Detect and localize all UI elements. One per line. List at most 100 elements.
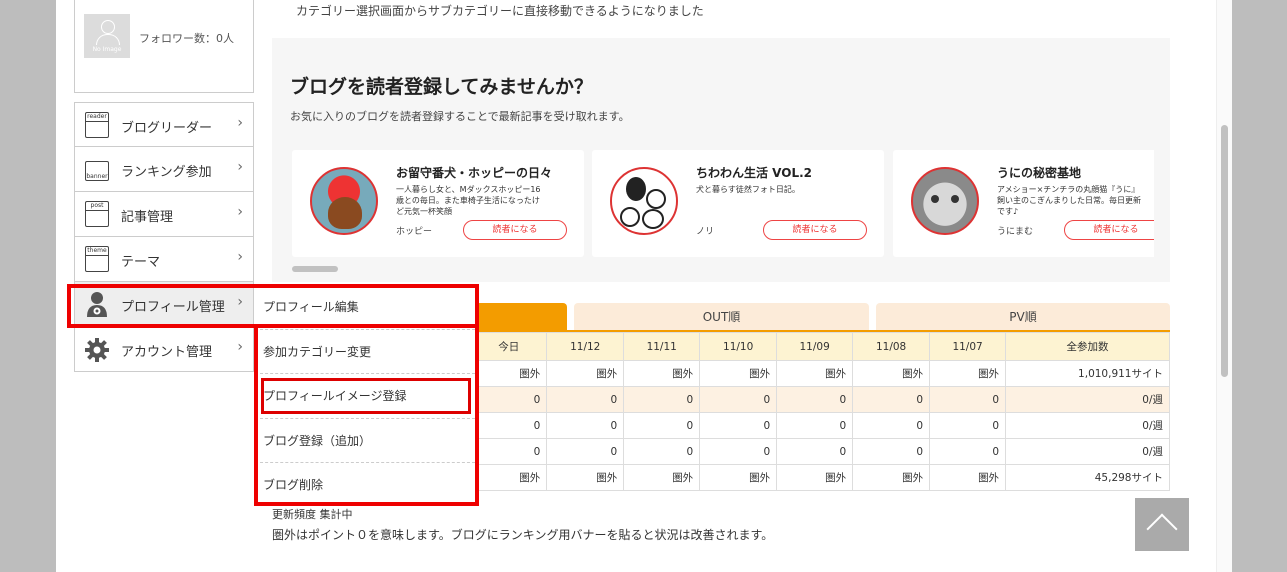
table-cell: 圏外 <box>852 360 931 387</box>
table-cell: 0 <box>929 412 1007 439</box>
table-cell: 圏外 <box>623 464 701 491</box>
table-cell: 0/週 <box>1005 438 1170 465</box>
chevron-right-icon: › <box>237 249 243 265</box>
blog-title[interactable]: お留守番犬・ホッピーの日々 <box>396 164 552 181</box>
table-cell: 圏外 <box>776 360 854 387</box>
sidebar-item-account-management[interactable]: アカウント管理 › <box>74 327 254 372</box>
vertical-scrollbar[interactable] <box>1216 0 1232 572</box>
profile-box: No Image フォロワー数：0人 <box>74 0 254 93</box>
post-icon: post <box>85 201 109 227</box>
table-cell: 圏外 <box>623 360 701 387</box>
table-cell: 0 <box>776 438 854 465</box>
scrollbar-thumb[interactable] <box>1221 125 1228 377</box>
recommendation-subtitle: お気に入りのブログを読者登録することで最新記事を受け取れます。 <box>290 110 630 123</box>
chevron-right-icon: › <box>237 204 243 220</box>
table-cell: 0 <box>470 438 548 465</box>
table-cell: 0 <box>776 412 854 439</box>
sidebar-item-blog-reader[interactable]: reader ブログリーダー › <box>74 102 254 147</box>
table-cell: 圏外 <box>699 464 778 491</box>
blog-thumbnail[interactable] <box>310 167 378 235</box>
chevron-right-icon: › <box>237 294 243 310</box>
table-cell: 0 <box>852 412 931 439</box>
notice-text: カテゴリー選択画面からサブカテゴリーに直接移動できるようになりました <box>296 4 704 18</box>
carousel-scrollbar[interactable] <box>292 264 1154 274</box>
blog-thumbnail[interactable] <box>911 167 979 235</box>
blog-description: アメショー×チンチラの丸顔猫『うに』飼い主のこぎんまりした日常。毎日更新です♪ <box>997 185 1141 216</box>
table-cell: 0 <box>929 386 1007 413</box>
sidebar-item-post-management[interactable]: post 記事管理 › <box>74 192 254 237</box>
sidebar-item-ranking[interactable]: banner ランキング参加 › <box>74 147 254 192</box>
column-header: 今日 <box>470 332 548 361</box>
blog-thumbnail[interactable] <box>610 167 678 235</box>
table-cell: 圏外 <box>546 360 625 387</box>
sidebar-item-label: テーマ <box>121 255 161 270</box>
submenu-item-delete-blog[interactable]: ブログ削除 <box>255 463 475 508</box>
sidebar-item-label: 記事管理 <box>121 210 174 225</box>
submenu-item-category-change[interactable]: 参加カテゴリー変更 <box>255 330 475 374</box>
tab-pv[interactable]: PV順 <box>876 303 1170 330</box>
submenu-item-profile-edit[interactable]: プロフィール編集 <box>255 285 475 330</box>
chevron-right-icon: › <box>237 339 243 355</box>
chevron-right-icon: › <box>237 115 243 131</box>
table-cell: 0 <box>623 438 701 465</box>
blog-author: うにまむ <box>997 227 1034 237</box>
update-frequency-note: 更新頻度 集計中 <box>272 508 353 521</box>
table-cell: 1,010,911サイト <box>1005 360 1170 387</box>
table-cell: 圏外 <box>852 464 931 491</box>
table-cell: 0 <box>470 386 548 413</box>
chevron-up-icon <box>1146 513 1178 545</box>
side-menu: reader ブログリーダー › banner ランキング参加 › post 記… <box>74 102 254 372</box>
table-cell: 圏外 <box>546 464 625 491</box>
table-cell: 0 <box>776 386 854 413</box>
column-header: 11/08 <box>852 332 931 361</box>
recommendation-title: ブログを読者登録してみませんか？ <box>290 76 593 98</box>
table-cell: 圏外 <box>929 464 1007 491</box>
profile-icon <box>87 292 107 317</box>
column-header: 11/10 <box>699 332 778 361</box>
blog-description: 犬と暮らす徒然フォト日記。 <box>696 185 800 194</box>
reader-icon: reader <box>85 112 109 138</box>
reader-recommendation-panel: ブログを読者登録してみませんか？ お気に入りのブログを読者登録することで最新記事… <box>272 38 1170 282</box>
table-cell: 0/週 <box>1005 386 1170 413</box>
sidebar-item-profile-management[interactable]: プロフィール管理 › <box>74 282 254 327</box>
table-cell: 圏外 <box>470 360 548 387</box>
blog-card[interactable]: ちわわん生活 VOL.2 犬と暮らす徒然フォト日記。 ノリ 読者になる <box>592 150 884 257</box>
column-header: 全参加数 <box>1005 332 1170 361</box>
sidebar-item-label: ブログリーダー <box>121 121 213 136</box>
submenu-item-add-blog[interactable]: ブログ登録（追加） <box>255 419 475 463</box>
table-cell: 0 <box>852 386 931 413</box>
gear-icon <box>85 338 109 362</box>
avatar[interactable]: No Image <box>84 14 130 58</box>
table-cell: 45,298サイト <box>1005 464 1170 491</box>
banner-icon: banner <box>85 161 109 181</box>
column-header: 11/11 <box>623 332 701 361</box>
carousel-scrollbar-thumb[interactable] <box>292 266 338 272</box>
blog-title[interactable]: うにの秘密基地 <box>997 164 1081 181</box>
sidebar-item-theme[interactable]: theme テーマ › <box>74 237 254 282</box>
back-to-top-button[interactable] <box>1135 498 1189 551</box>
tab-out[interactable]: OUT順 <box>574 303 869 330</box>
blog-author: ノリ <box>696 227 715 237</box>
table-cell: 0 <box>546 386 625 413</box>
blog-description: 一人暮らし女と、Mダックスホッピー16歳との毎日。また車椅子生活になったけど元気… <box>396 185 541 216</box>
profile-submenu: プロフィール編集 参加カテゴリー変更 プロフィールイメージ登録 ブログ登録（追加… <box>255 285 475 508</box>
column-header: 11/09 <box>776 332 854 361</box>
table-cell: 0 <box>623 386 701 413</box>
table-cell: 0 <box>470 412 548 439</box>
column-header: 11/07 <box>929 332 1007 361</box>
follow-button[interactable]: 読者になる <box>763 220 867 240</box>
table-cell: 圏外 <box>929 360 1007 387</box>
chevron-right-icon: › <box>237 159 243 175</box>
blog-card[interactable]: お留守番犬・ホッピーの日々 一人暮らし女と、Mダックスホッピー16歳との毎日。ま… <box>292 150 584 257</box>
table-cell: 0 <box>546 412 625 439</box>
follow-button[interactable]: 読者になる <box>1064 220 1154 240</box>
blog-author: ホッピー <box>396 227 433 237</box>
blog-card[interactable]: うにの秘密基地 アメショー×チンチラの丸顔猫『うに』飼い主のこぎんまりした日常。… <box>893 150 1154 257</box>
blog-title[interactable]: ちわわん生活 VOL.2 <box>696 164 812 181</box>
table-cell: 0 <box>699 412 778 439</box>
blog-card-carousel: お留守番犬・ホッピーの日々 一人暮らし女と、Mダックスホッピー16歳との毎日。ま… <box>292 150 1154 258</box>
submenu-item-profile-image[interactable]: プロフィールイメージ登録 <box>255 374 475 419</box>
follower-count: フォロワー数：0人 <box>139 32 234 45</box>
follow-button[interactable]: 読者になる <box>463 220 567 240</box>
no-image-label: No Image <box>92 46 122 53</box>
